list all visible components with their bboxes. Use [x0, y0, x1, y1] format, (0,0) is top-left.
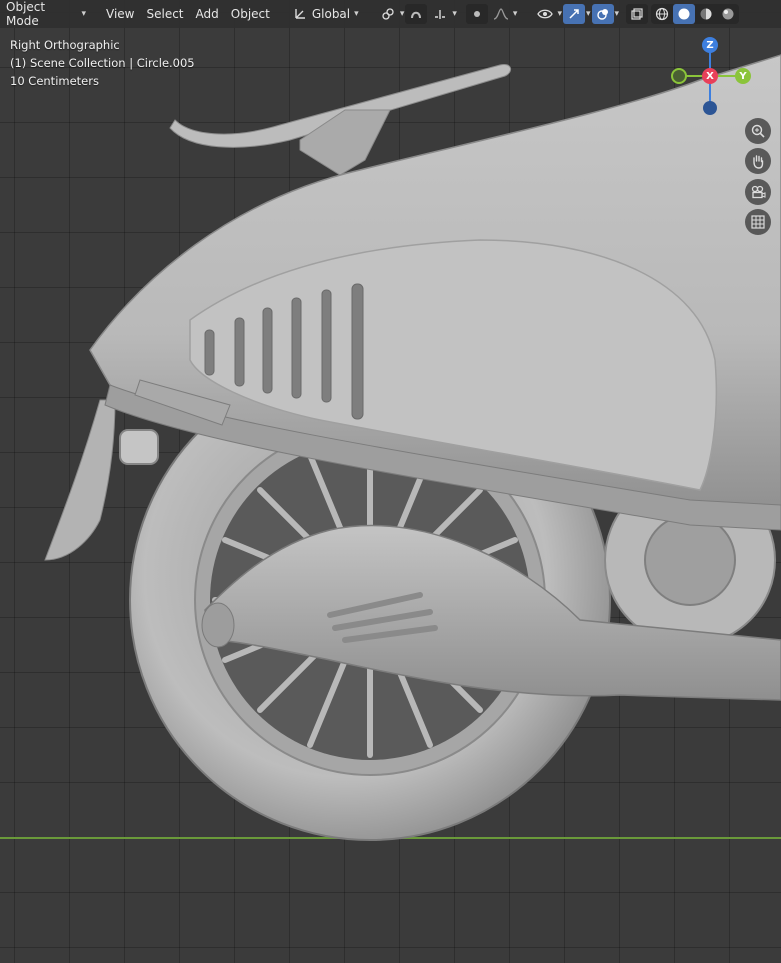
- rendered-shading-icon[interactable]: [717, 4, 739, 24]
- transform-orientation-icon: [294, 6, 308, 23]
- chevron-down-icon: ▾: [81, 9, 86, 19]
- material-shading-icon[interactable]: [695, 4, 717, 24]
- wireframe-shading-icon[interactable]: [651, 4, 673, 24]
- gizmo-z-positive[interactable]: Z: [702, 37, 718, 53]
- falloff-button[interactable]: [490, 4, 512, 24]
- grid-scale: 10 Centimeters: [10, 74, 99, 88]
- menu-object[interactable]: Object: [225, 4, 276, 24]
- menu-select[interactable]: Select: [140, 4, 189, 24]
- orientation-dropdown[interactable]: Global ▾: [290, 4, 370, 25]
- grid-icon[interactable]: [745, 209, 771, 235]
- gizmo-y-positive[interactable]: Y: [735, 68, 751, 84]
- zoom-icon[interactable]: [745, 118, 771, 144]
- orientation-label: Global: [311, 7, 351, 21]
- menu-view[interactable]: View: [100, 4, 140, 24]
- xray-icon[interactable]: [626, 4, 649, 24]
- chevron-down-icon[interactable]: ▾: [615, 9, 620, 19]
- solid-shading-icon[interactable]: [673, 4, 696, 24]
- chevron-down-icon[interactable]: ▾: [452, 9, 457, 19]
- scooter-model[interactable]: [0, 0, 781, 963]
- menu-add[interactable]: Add: [190, 4, 225, 24]
- pan-hand-icon[interactable]: [745, 148, 771, 174]
- mode-label: Object Mode: [6, 0, 46, 28]
- mode-dropdown[interactable]: Object Mode ▾: [2, 0, 90, 30]
- snap-icon[interactable]: [405, 4, 428, 24]
- camera-icon[interactable]: [745, 179, 771, 205]
- gizmo-y-negative[interactable]: [671, 68, 687, 84]
- chevron-down-icon: ▾: [354, 9, 359, 19]
- snap-target-button[interactable]: [429, 4, 451, 24]
- gizmo-x-positive[interactable]: X: [702, 68, 718, 84]
- chevron-down-icon[interactable]: ▾: [400, 9, 405, 19]
- overlay-icon[interactable]: [591, 4, 614, 24]
- chevron-down-icon[interactable]: ▾: [586, 9, 591, 19]
- gizmo-icon[interactable]: [562, 4, 585, 24]
- viewport-header: Object Mode ▾ View Select Add Object Glo…: [0, 0, 781, 28]
- chevron-down-icon[interactable]: ▾: [557, 9, 562, 19]
- view-name: Right Orthographic: [10, 38, 120, 52]
- viewport-info: Right Orthographic (1) Scene Collection …: [10, 36, 195, 90]
- pivot-button[interactable]: [377, 4, 399, 24]
- shading-mode-group: [651, 4, 740, 24]
- gizmo-z-negative[interactable]: [703, 101, 717, 115]
- collection-info: (1) Scene Collection | Circle.005: [10, 56, 195, 70]
- proportional-edit-icon[interactable]: [465, 4, 488, 24]
- chevron-down-icon[interactable]: ▾: [513, 9, 518, 19]
- visibility-icon[interactable]: [534, 4, 556, 24]
- navigation-gizmo[interactable]: Z Y X: [661, 28, 781, 128]
